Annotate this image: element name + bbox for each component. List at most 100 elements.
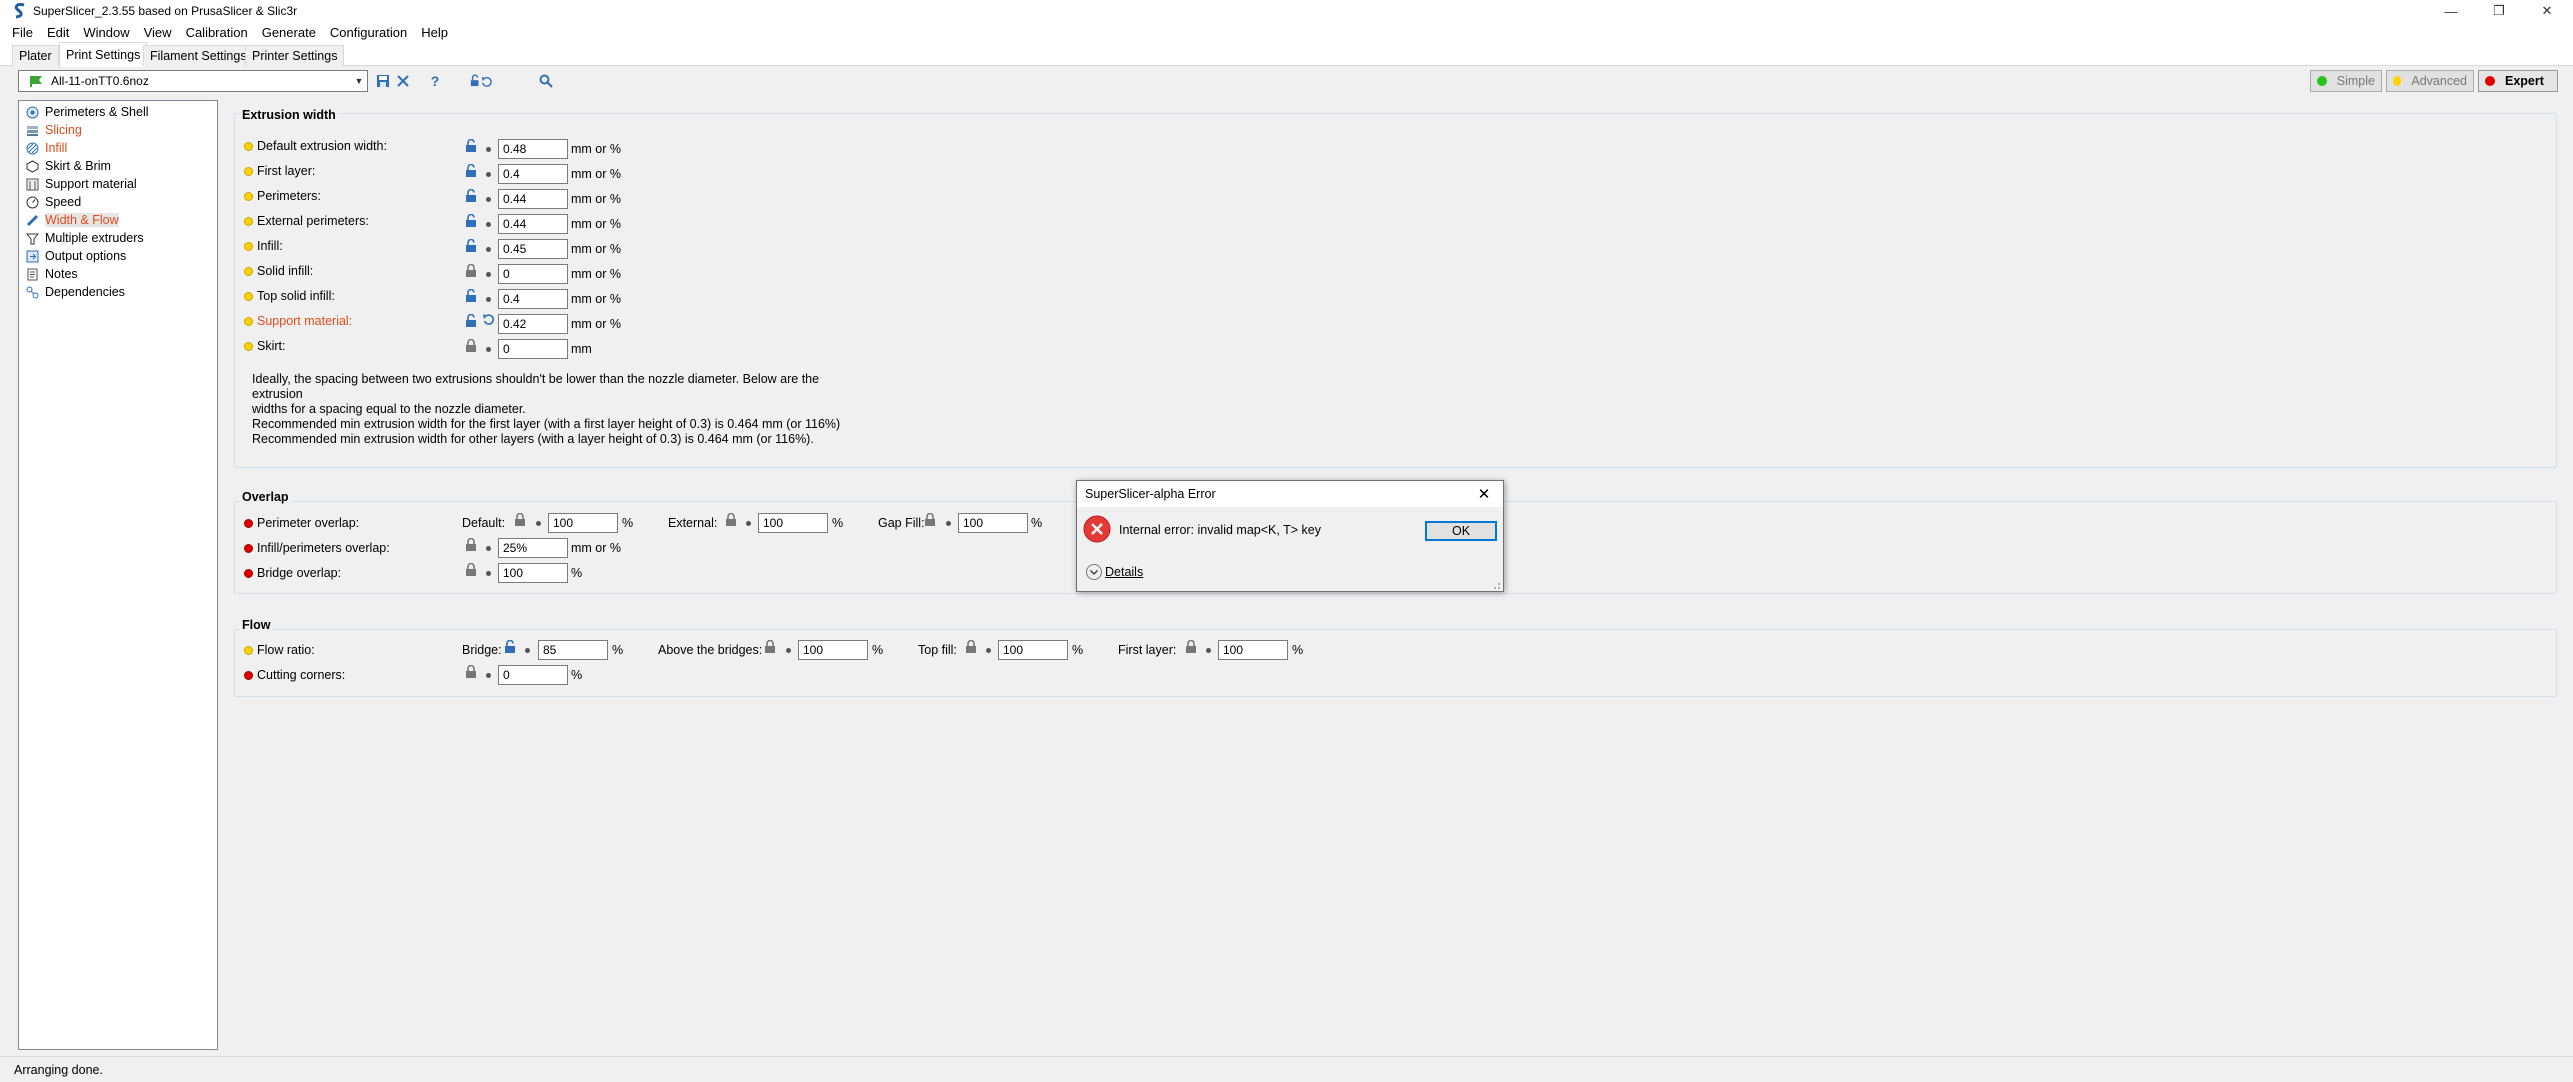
default-bullet-icon <box>536 521 541 526</box>
preset-combo[interactable]: All-11-onTT0.6noz ▼ <box>18 70 368 92</box>
unlocked-lock-icon[interactable] <box>465 289 477 303</box>
overlap-title: Overlap <box>240 490 291 504</box>
default-bullet-icon <box>486 673 491 678</box>
sidebar-item-label: Skirt & Brim <box>45 159 111 173</box>
details-toggle-label[interactable]: Details <box>1105 565 1143 579</box>
support-material-width-input[interactable] <box>498 314 568 334</box>
locked-lock-icon[interactable] <box>924 513 936 527</box>
locked-lock-icon[interactable] <box>725 513 737 527</box>
option-label: Bridge overlap: <box>257 566 342 580</box>
sidebar-item-support-material[interactable]: Support material <box>25 175 137 193</box>
external-perimeters-width-input[interactable] <box>498 214 568 234</box>
unlocked-lock-icon[interactable] <box>465 314 477 328</box>
flow-top-fill-input[interactable] <box>998 640 1068 660</box>
undo-arrow-icon[interactable] <box>482 313 495 326</box>
ok-button[interactable]: OK <box>1425 521 1497 541</box>
sidebar-item-multiple-extruders[interactable]: Multiple extruders <box>25 229 144 247</box>
tab-printer-settings[interactable]: Printer Settings <box>245 45 345 66</box>
app-icon <box>14 3 25 19</box>
locked-lock-icon[interactable] <box>465 264 477 278</box>
locked-lock-icon[interactable] <box>1185 640 1197 654</box>
sidebar-item-dependencies[interactable]: Dependencies <box>25 283 125 301</box>
menu-view[interactable]: View <box>144 25 172 40</box>
first-layer-width-input[interactable] <box>498 164 568 184</box>
menu-help[interactable]: Help <box>421 25 448 40</box>
perimeter-overlap-gapfill-input[interactable] <box>958 513 1028 533</box>
default-extrusion-width-input[interactable] <box>498 139 568 159</box>
mode-dot <box>244 342 253 351</box>
menu-file[interactable]: File <box>12 25 33 40</box>
skirt-width-input[interactable] <box>498 339 568 359</box>
sub-option-label: Default: <box>462 516 506 530</box>
locked-lock-icon[interactable] <box>465 538 477 552</box>
unlocked-lock-icon[interactable] <box>504 640 516 654</box>
flow-above-bridges-input[interactable] <box>798 640 868 660</box>
sub-option-label: Bridge: <box>462 643 502 657</box>
minimize-icon[interactable]: — <box>2428 0 2474 22</box>
bridge-overlap-input[interactable] <box>498 563 568 583</box>
perimeters-width-input[interactable] <box>498 189 568 209</box>
locked-lock-icon[interactable] <box>965 640 977 654</box>
search-icon[interactable] <box>535 70 557 92</box>
unit-label: mm or % <box>571 242 621 256</box>
tab-plater[interactable]: Plater <box>12 45 59 66</box>
question-icon[interactable]: ? <box>424 70 446 92</box>
unit-label: % <box>571 668 583 682</box>
unlocked-lock-icon[interactable] <box>465 164 477 178</box>
sidebar-item-perimeters-shell[interactable]: Perimeters & Shell <box>25 103 149 121</box>
flow-bridge-input[interactable] <box>538 640 608 660</box>
flow-first-layer-input[interactable] <box>1218 640 1288 660</box>
menu-window[interactable]: Window <box>83 25 129 40</box>
unlocked-lock-icon[interactable] <box>465 189 477 203</box>
mode-simple-button[interactable]: Simple <box>2310 70 2382 92</box>
skirt-icon <box>25 159 39 173</box>
menu-generate[interactable]: Generate <box>262 25 316 40</box>
resize-grip-icon[interactable] <box>1489 578 1501 590</box>
mode-advanced-label: Advanced <box>2411 74 2467 88</box>
restore-icon[interactable]: ❐ <box>2476 0 2522 22</box>
solid-infill-width-input[interactable] <box>498 264 568 284</box>
perimeter-overlap-external-input[interactable] <box>758 513 828 533</box>
locked-lock-icon[interactable] <box>465 563 477 577</box>
menu-edit[interactable]: Edit <box>47 25 69 40</box>
mode-advanced-button[interactable]: Advanced <box>2386 70 2474 92</box>
save-icon[interactable] <box>372 70 394 92</box>
sidebar-item-skirt-brim[interactable]: Skirt & Brim <box>25 157 111 175</box>
unit-label: mm or % <box>571 292 621 306</box>
menu-calibration[interactable]: Calibration <box>186 25 248 40</box>
top-solid-infill-width-input[interactable] <box>498 289 568 309</box>
sidebar-item-slicing[interactable]: Slicing <box>25 121 82 139</box>
unit-label: % <box>1292 643 1304 657</box>
unlocked-lock-icon[interactable] <box>465 239 477 253</box>
infill-width-input[interactable] <box>498 239 568 259</box>
unlocked-lock-icon[interactable] <box>465 139 477 153</box>
sidebar-item-speed[interactable]: Speed <box>25 193 81 211</box>
perimeter-overlap-default-input[interactable] <box>548 513 618 533</box>
locked-lock-icon[interactable] <box>514 513 526 527</box>
sidebar-item-output-options[interactable]: Output options <box>25 247 126 265</box>
locked-lock-icon[interactable] <box>764 640 776 654</box>
mode-dot <box>244 192 253 201</box>
sidebar-item-notes[interactable]: Notes <box>25 265 78 283</box>
note-line: Ideally, the spacing between two extrusi… <box>252 372 820 401</box>
close-icon[interactable]: ✕ <box>2524 0 2570 22</box>
sidebar-item-infill[interactable]: Infill <box>25 139 67 157</box>
locked-lock-icon[interactable] <box>465 665 477 679</box>
tab-print-settings[interactable]: Print Settings <box>59 42 148 67</box>
infill-perimeters-overlap-input[interactable] <box>498 538 568 558</box>
sidebar-item-width-flow[interactable]: Width & Flow <box>25 211 119 229</box>
tab-filament-settings[interactable]: Filament Settings <box>143 45 254 66</box>
menu-configuration[interactable]: Configuration <box>330 25 407 40</box>
delete-icon[interactable] <box>392 70 414 92</box>
mode-dot <box>244 519 253 528</box>
unlocked-lock-icon[interactable] <box>465 214 477 228</box>
mode-expert-button[interactable]: Expert <box>2478 70 2558 92</box>
lock-undo-icon[interactable] <box>470 70 492 92</box>
sidebar-item-label: Slicing <box>45 123 82 137</box>
sidebar-item-label: Perimeters & Shell <box>45 105 149 119</box>
dialog-close-icon[interactable]: ✕ <box>1469 483 1499 505</box>
locked-lock-icon[interactable] <box>465 339 477 353</box>
mode-dot <box>244 217 253 226</box>
cutting-corners-input[interactable] <box>498 665 568 685</box>
chevron-down-icon[interactable] <box>1085 563 1103 581</box>
